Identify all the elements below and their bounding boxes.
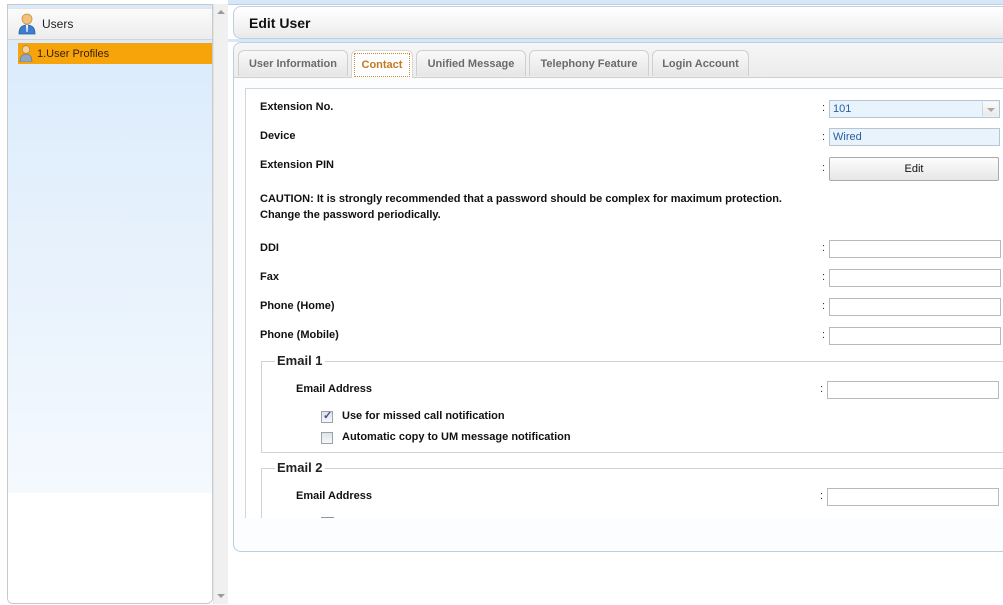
missed-call-label: Use for missed call notification xyxy=(342,410,505,422)
contact-form: Extension No. : 101 Device : Wired Exten… xyxy=(245,88,1003,518)
email1-address-label: Email Address xyxy=(296,383,373,395)
tab-unified-message[interactable]: Unified Message xyxy=(416,50,526,76)
colon: : xyxy=(822,162,826,174)
phone-home-label: Phone (Home) xyxy=(260,300,335,312)
colon: : xyxy=(822,131,826,143)
colon: : xyxy=(822,271,826,283)
scroll-down-icon[interactable] xyxy=(217,594,225,598)
colon: : xyxy=(822,102,826,114)
fax-input[interactable] xyxy=(829,269,1001,287)
fax-label: Fax xyxy=(260,271,279,283)
tree-root-users[interactable]: Users xyxy=(8,8,212,40)
tab-user-information[interactable]: User Information xyxy=(238,50,348,76)
phone-home-input[interactable] xyxy=(829,298,1001,316)
navigation-tree: Users 1.User Profiles xyxy=(7,4,213,604)
um-copy-checkbox[interactable] xyxy=(321,432,333,444)
email1-title: Email 1 xyxy=(275,353,325,368)
chevron-down-icon[interactable] xyxy=(982,102,998,116)
missed-call-checkbox[interactable] xyxy=(321,409,333,423)
tab-login-account[interactable]: Login Account xyxy=(652,50,749,76)
tree-root-label: Users xyxy=(42,17,74,31)
extension-no-label: Extension No. xyxy=(260,101,334,113)
colon: : xyxy=(822,329,826,341)
ddi-input[interactable] xyxy=(829,240,1001,258)
page-header: Edit User xyxy=(233,6,1003,39)
user-icon xyxy=(19,45,33,62)
email2-address-label: Email Address xyxy=(296,490,373,502)
colon: : xyxy=(820,383,824,395)
colon: : xyxy=(820,490,824,502)
email2-title: Email 2 xyxy=(275,460,325,475)
um-copy-label: Automatic copy to UM message notificatio… xyxy=(342,431,571,443)
email2-address-input[interactable] xyxy=(827,488,999,506)
caution-text: CAUTION: It is strongly recommended that… xyxy=(260,193,782,221)
device-field: Wired xyxy=(829,128,1000,146)
page-title: Edit User xyxy=(249,14,311,31)
extension-pin-label: Extension PIN xyxy=(260,159,334,171)
scroll-up-icon[interactable] xyxy=(217,10,225,14)
phone-mobile-input[interactable] xyxy=(829,327,1001,345)
ddi-label: DDI xyxy=(260,242,279,254)
device-label: Device xyxy=(260,130,296,142)
tab-telephony-feature[interactable]: Telephony Feature xyxy=(529,50,649,76)
tab-contact[interactable]: Contact xyxy=(351,50,413,78)
checkbox-partial xyxy=(321,517,334,518)
edit-pin-button[interactable]: Edit xyxy=(829,157,999,181)
left-scrollbar[interactable] xyxy=(213,4,228,604)
phone-mobile-label: Phone (Mobile) xyxy=(260,329,339,341)
tree-item-user-profiles[interactable]: 1.User Profiles xyxy=(18,43,212,64)
colon: : xyxy=(822,300,826,312)
extension-no-select[interactable]: 101 xyxy=(829,100,1000,118)
user-icon xyxy=(18,13,36,35)
tree-item-label: 1.User Profiles xyxy=(37,47,110,60)
email1-address-input[interactable] xyxy=(827,381,999,399)
colon: : xyxy=(822,242,826,254)
